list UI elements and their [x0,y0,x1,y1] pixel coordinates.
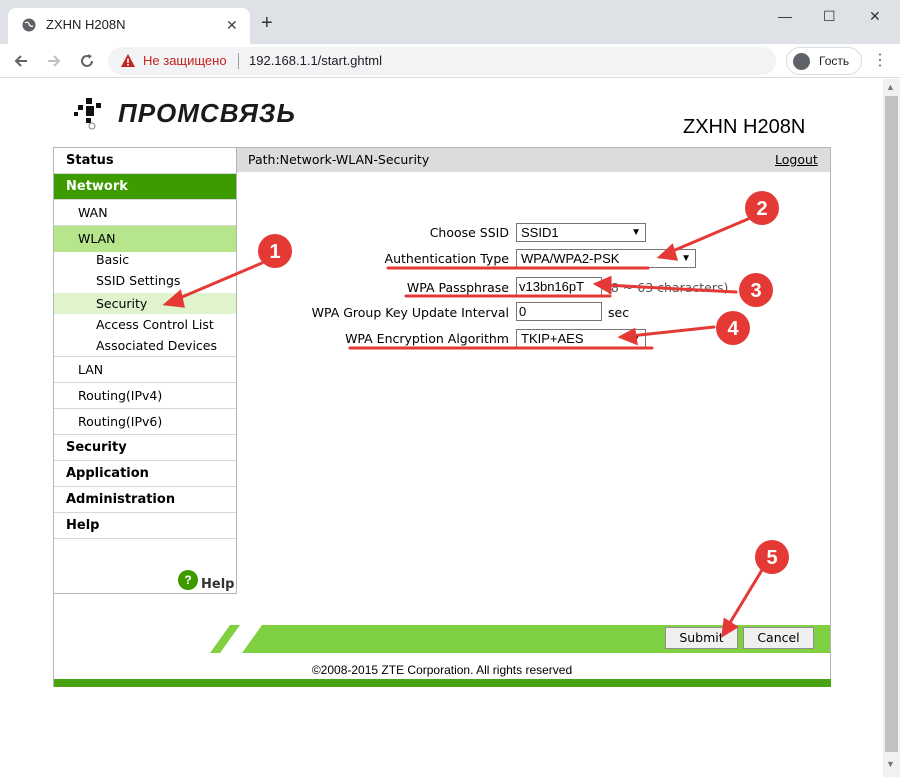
nav-basic[interactable]: Basic [54,249,236,270]
nav-administration[interactable]: Administration [54,487,236,513]
back-arrow-icon[interactable] [12,52,30,70]
scrollbar-thumb[interactable] [885,96,898,752]
encryption-label: WPA Encryption Algorithm [345,331,509,346]
maximize-button[interactable]: ☐ [823,8,836,25]
close-window-button[interactable]: ✕ [869,8,881,25]
group-key-label: WPA Group Key Update Interval [311,305,509,320]
person-icon [793,53,810,70]
tab-strip: ZXHN H208N ✕ + — ☐ ✕ [0,0,900,44]
scroll-up-icon[interactable]: ▲ [886,82,895,92]
footer-bar [54,679,831,687]
nav-wan[interactable]: WAN [54,200,236,226]
nav-network[interactable]: Network [54,174,236,200]
omnibox-divider [238,53,239,69]
passphrase-input[interactable]: v13bn16pT [516,277,602,296]
path-bar: Path:Network-WLAN-Security Logout [237,148,830,172]
help-icon: ? [178,570,198,590]
ssid-label: Choose SSID [429,225,509,240]
warning-icon [121,54,135,67]
copyright: ©2008-2015 ZTE Corporation. All rights r… [311,663,573,677]
nav-ssid-settings[interactable]: SSID Settings [54,270,236,291]
browser-toolbar: Не защищено 192.168.1.1/start.ghtml Гост… [0,44,900,78]
nav-associated-devices[interactable]: Associated Devices [54,335,236,357]
browser-tab[interactable]: ZXHN H208N ✕ [8,8,250,44]
nav-lan[interactable]: LAN [54,357,236,383]
auth-type-label: Authentication Type [384,251,509,266]
encryption-select[interactable]: TKIP+AES ▼ [516,329,646,348]
logo-mark-icon [74,98,101,130]
reload-icon[interactable] [78,52,96,70]
nav-security-wlan[interactable]: Security [54,293,236,314]
chevron-down-icon: ▼ [631,227,641,238]
globe-icon [22,18,36,32]
auth-type-select[interactable]: WPA/WPA2-PSK ▼ [516,249,696,268]
nav-access-control-list[interactable]: Access Control List [54,314,236,335]
device-model: ZXHN H208N [683,116,806,138]
nav-routing-ipv4[interactable]: Routing(IPv4) [54,383,236,409]
new-tab-button[interactable]: + [261,13,273,33]
profile-button[interactable]: Гость [786,47,862,75]
nav-help[interactable]: Help [54,513,236,539]
nav-application[interactable]: Application [54,461,236,487]
nav-status[interactable]: Status [54,148,236,174]
auth-type-value: WPA/WPA2-PSK [521,251,620,266]
nav-security[interactable]: Security [54,435,236,461]
sidebar: Status Network WAN WLAN Basic SSID Setti… [54,148,237,594]
brand-logo: ПРОМСВЯЗЬ [72,94,312,134]
cancel-button[interactable]: Cancel [743,627,814,649]
more-menu-icon[interactable]: ⋮ [872,50,888,70]
url-text[interactable]: 192.168.1.1/start.ghtml [249,53,382,68]
nav-routing-ipv6[interactable]: Routing(IPv6) [54,409,236,435]
group-key-unit: sec [608,305,630,320]
close-tab-icon[interactable]: ✕ [226,17,238,34]
not-secure-label[interactable]: Не защищено [143,53,227,68]
chevron-down-icon: ▼ [681,253,691,264]
address-bar[interactable]: Не защищено 192.168.1.1/start.ghtml [108,47,776,75]
submit-button[interactable]: Submit [665,627,738,649]
tab-title: ZXHN H208N [46,17,126,32]
breadcrumb: Path:Network-WLAN-Security [248,152,430,167]
logout-link[interactable]: Logout [775,152,818,167]
profile-label: Гость [819,54,850,68]
passphrase-label: WPA Passphrase [406,280,509,295]
ssid-select-value: SSID1 [521,225,559,240]
logo-text: ПРОМСВЯЗЬ [118,98,296,128]
scroll-down-icon[interactable]: ▼ [886,759,895,769]
minimize-button[interactable]: — [778,8,792,24]
chevron-down-icon: ▼ [631,333,641,344]
forward-arrow-icon[interactable] [45,52,63,70]
group-key-input[interactable]: 0 [516,302,602,321]
ssid-select[interactable]: SSID1 ▼ [516,223,646,242]
passphrase-hint: (8 ~ 63 characters) [606,280,729,295]
encryption-value: TKIP+AES [521,331,584,346]
help-label: Help [201,577,235,592]
